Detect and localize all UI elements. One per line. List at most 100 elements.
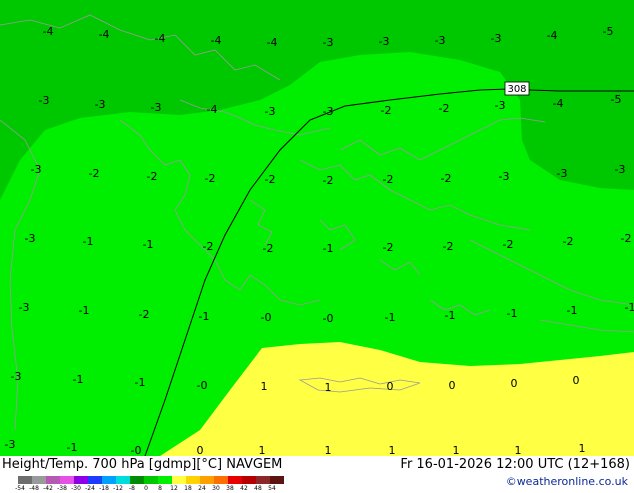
temperature-value: -5 [603,25,614,38]
temperature-value: -3 [491,32,502,45]
colorbar-segment [102,476,116,484]
colorbar-tick-label: 8 [158,485,162,492]
temperature-value: -2 [383,241,394,254]
temperature-value: -3 [379,35,390,48]
colorbar-segment [116,476,130,484]
colorbar-segment [46,476,60,484]
temperature-value: -3 [323,105,334,118]
temperature-value: -1 [199,310,210,323]
colorbar-segment [186,476,200,484]
colorbar-segment [172,476,186,484]
temperature-value: -2 [563,235,574,248]
temperature-value: -2 [443,240,454,253]
temperature-value: -2 [323,174,334,187]
temperature-value: -1 [507,307,518,320]
temperature-value: -1 [135,376,146,389]
colorbar-tick-label: 30 [212,485,220,492]
colorbar-segment [228,476,242,484]
temperature-value: -2 [139,308,150,321]
temperature-value: 1 [259,444,266,456]
temperature-value: -2 [89,167,100,180]
temperature-value: -2 [383,173,394,186]
isoline-label: 308 [504,81,530,96]
colorbar-tick-label: 38 [226,485,234,492]
temperature-value: 0 [511,377,518,390]
colorbar-segment [60,476,74,484]
temperature-value: -2 [381,104,392,117]
map-title: Height/Temp. 700 hPa [gdmp][°C] NAVGEM [2,457,283,472]
weather-map: 308 -4 -4 -4 -4 -4 -3 -3 -3 -3 -4 -5 -3 -3 -3 -4 -3 -3 -2… [0,0,634,456]
temperature-value: 0 [449,379,456,392]
footer: Height/Temp. 700 hPa [gdmp][°C] NAVGEM F… [0,456,634,492]
colorbar-segment [214,476,228,484]
credit-link[interactable]: ©weatheronline.co.uk [506,475,628,488]
temperature-value: -1 [143,238,154,251]
colorbar-tick-label: 0 [144,485,148,492]
temperature-value: 0 [387,380,394,393]
temperature-value: -3 [265,105,276,118]
temperature-value: -4 [553,97,564,110]
temperature-value: -5 [611,93,622,106]
colorbar-segment [256,476,270,484]
temperature-value: -0 [131,444,142,456]
temperature-value: -3 [499,170,510,183]
colorbar-tick-label: -8 [129,485,135,492]
temperature-value: -3 [39,94,50,107]
colorbar-segment [144,476,158,484]
colorbar-segment [242,476,256,484]
temperature-value: -2 [203,240,214,253]
temperature-value: -0 [323,312,334,325]
temperature-value: -3 [19,301,30,314]
temperature-value: -2 [205,172,216,185]
map-canvas: 308 -4 -4 -4 -4 -4 -3 -3 -3 -3 -4 -5 -3 -3 -3 -4 -3 -3 -2… [0,0,634,456]
colorbar-tick-label: -30 [71,485,81,492]
temperature-value: -2 [147,170,158,183]
colorbar-tick-label: -38 [57,485,67,492]
temperature-value: -2 [263,242,274,255]
temperature-value: -4 [155,32,166,45]
temperature-value: -3 [95,98,106,111]
temperature-value: -3 [31,163,42,176]
isoline-label-text: 308 [507,84,526,95]
temperature-value: -2 [621,232,632,245]
colorbar-tick-label: -42 [43,485,53,492]
colorbar-segment [200,476,214,484]
colorbar-tick-label: 48 [254,485,262,492]
temperature-value: -3 [557,167,568,180]
temperature-value: -3 [11,370,22,383]
temperature-value: -3 [323,36,334,49]
colorbar-tick-label: 18 [184,485,192,492]
temperature-value: 1 [261,380,268,393]
temperature-value: -4 [99,28,110,41]
colorbar-segment [158,476,172,484]
temperature-value: -1 [567,304,578,317]
temperature-value: -3 [495,99,506,112]
colorbar-tick-label: -18 [99,485,109,492]
temperature-value: -1 [73,373,84,386]
temperature-value: 0 [573,374,580,387]
temperature-value: -1 [67,441,78,454]
colorbar-tick-label: 24 [198,485,206,492]
colorbar-segment [74,476,88,484]
temperature-value: -1 [83,235,94,248]
colorbar-segment [32,476,46,484]
temperature-value: -3 [25,232,36,245]
temperature-value: -2 [503,238,514,251]
temperature-value: 1 [515,444,522,456]
temperature-value: -1 [385,311,396,324]
temperature-value: -3 [5,438,16,451]
temperature-value: -2 [441,172,452,185]
temperature-value: -1 [323,242,334,255]
temperature-value: 0 [197,444,204,456]
colorbar-segment [270,476,284,484]
temperature-value: -4 [211,34,222,47]
temperature-value: -4 [207,103,218,116]
temperature-value: -0 [197,379,208,392]
temperature-value: 1 [453,444,460,456]
temperature-value: 1 [579,442,586,455]
colorbar-tick-label: -48 [29,485,39,492]
temperature-value: -1 [79,304,90,317]
temperature-value: 1 [325,444,332,456]
temperature-value: -2 [265,173,276,186]
temperature-value: 1 [325,381,332,394]
